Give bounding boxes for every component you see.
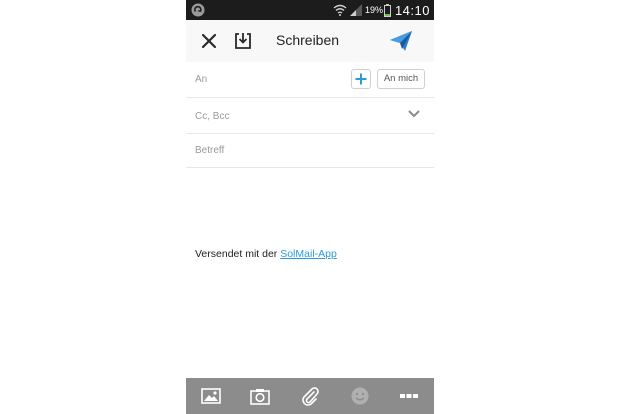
message-body[interactable]: Versendet mit der SolMail-App [186,168,434,378]
signature: Versendet mit der SolMail-App [195,248,337,260]
add-recipient-button[interactable] [351,69,371,89]
battery-percent: 19% [364,5,383,15]
page-title: Schreiben [276,32,340,48]
image-icon [200,388,221,404]
more-options-button[interactable] [396,383,422,409]
camera-icon [250,388,271,405]
action-bar: Schreiben [186,20,434,62]
close-icon[interactable] [201,33,217,49]
status-icons: 19% 14:10 [333,0,430,20]
to-field-row: An An mich [186,62,434,98]
battery-icon [383,3,391,17]
phone-screen: 19% 14:10 Schreiben An An mich Cc, Bcc B… [186,0,434,414]
save-draft-icon[interactable] [234,32,252,50]
subject-field-row: Betreff [186,134,434,168]
cc-bcc-input[interactable]: Cc, Bcc [195,111,229,122]
emoji-icon [351,387,369,405]
plus-icon [355,73,367,85]
chevron-down-icon[interactable] [408,110,420,118]
emoji-button[interactable] [347,383,373,409]
app-icon [191,3,205,17]
attachment-icon [302,387,319,406]
to-me-button[interactable]: An mich [377,69,425,89]
wifi-icon [333,4,347,16]
signal-icon [349,4,362,16]
attach-file-button[interactable] [297,383,323,409]
cc-field-row: Cc, Bcc [186,98,434,134]
more-icon [400,394,419,398]
signature-text: Versendet mit der [195,248,281,260]
status-bar: 19% 14:10 [186,0,434,20]
bottom-toolbar [186,378,434,414]
solmail-app-link[interactable]: SolMail-App [280,248,337,260]
to-input[interactable]: An [195,74,207,85]
send-icon[interactable] [389,30,413,52]
subject-input[interactable]: Betreff [195,145,224,156]
clock: 14:10 [394,2,430,18]
camera-button[interactable] [247,383,273,409]
insert-image-button[interactable] [198,383,224,409]
